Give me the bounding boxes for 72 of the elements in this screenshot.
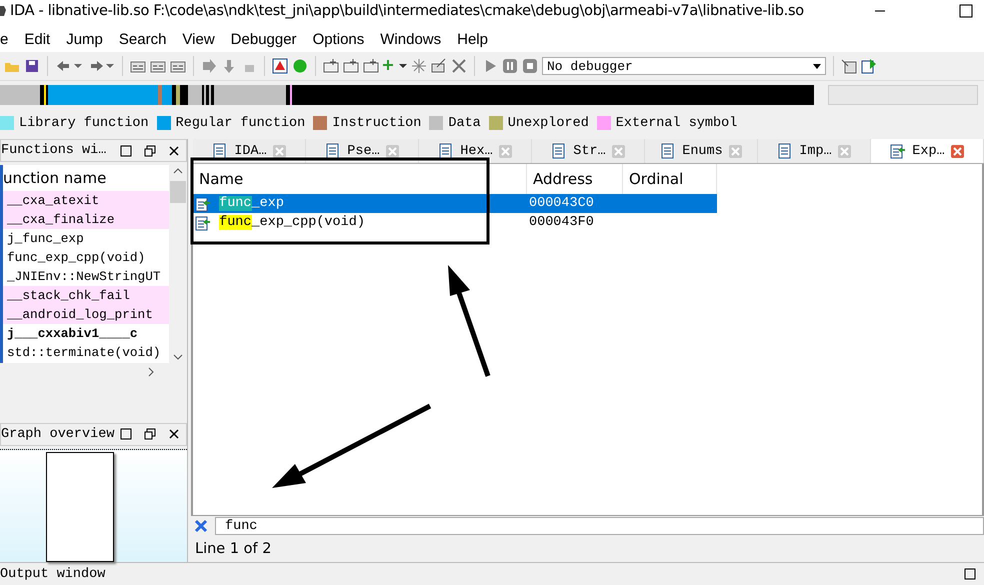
legend-label: Data [448,116,481,130]
tab[interactable]: Exp… [871,139,984,163]
app-icon [0,4,6,18]
close-icon[interactable] [168,428,180,440]
viewport-frame[interactable] [46,452,114,562]
data-icon[interactable] [343,58,359,74]
address-cell-text: 000043C0 [528,195,595,213]
tab-close-icon[interactable] [950,144,964,158]
menu-item[interactable]: Help [449,31,496,50]
export-icon [195,214,211,230]
stop-icon[interactable] [522,58,538,74]
pause-icon[interactable] [502,58,518,74]
panel-title: Output window [0,566,106,582]
legend-label: Regular function [176,116,306,130]
close-icon[interactable] [168,144,180,157]
menu-item[interactable]: Edit [16,31,58,50]
star-icon[interactable] [411,58,427,74]
menu-item[interactable]: View [174,31,223,50]
code-icon[interactable] [323,58,339,74]
document-icon[interactable] [777,143,794,159]
scrollbar-thumb[interactable] [170,181,186,204]
table-row[interactable]: func_exp 000043C0 [193,194,717,213]
document-icon[interactable] [212,143,228,159]
legend-label: Unexplored [508,116,589,130]
function-item[interactable]: __android_log_print [3,305,169,324]
save-icon[interactable] [24,58,40,74]
float-window-icon[interactable] [144,428,156,440]
attach-icon[interactable] [841,58,857,74]
document-icon[interactable] [660,143,676,159]
tab[interactable]: Enums [645,139,758,163]
menu-item[interactable]: Options [304,31,372,50]
panel-title: Functions wi… [1,143,106,158]
document-icon[interactable] [325,143,342,159]
panel-title: Graph overview [1,426,114,442]
function-item[interactable]: __cxa_atexit [3,191,169,210]
string-icon[interactable] [363,58,379,74]
caret-icon[interactable] [813,64,821,68]
export-name-cell: func_exp [193,194,527,213]
tab[interactable]: Hex… [419,139,532,163]
float-window-icon[interactable] [144,144,156,157]
menu-item[interactable]: Search [110,31,174,50]
graph-overview-area[interactable] [0,449,187,562]
document-icon[interactable] [551,143,568,159]
maximize-icon[interactable] [120,428,132,440]
maximize-icon[interactable] [958,3,974,19]
function-item[interactable]: __stack_chk_fail [3,286,169,306]
legend-label: External symbol [616,116,738,130]
search-field[interactable]: func [215,517,984,535]
menu-item[interactable]: Jump [58,31,111,50]
tab[interactable]: Imp… [758,139,871,163]
run-code-icon[interactable] [861,58,877,74]
menu-item[interactable]: e [0,31,16,50]
window-title: IDA - libnative-lib.so F:\code\as\ndk\test_jni\app\build\intermediates\cmake\debug\obj\armeabi-v7a\libnative-lib.so [10,3,804,19]
maximize-icon[interactable] [964,568,976,580]
menu-item[interactable]: Windows [372,31,450,50]
maximize-icon[interactable] [120,144,132,157]
export-icon [890,143,906,159]
warning-icon[interactable] [272,58,288,74]
navigation-band[interactable] [0,85,814,105]
menu-item[interactable]: Debugger [222,31,305,50]
status-text: Line 1 of 2 [194,541,272,557]
legend-label: Instruction [332,116,422,130]
tab[interactable]: Str… [532,139,645,163]
edit-icon[interactable] [431,58,447,74]
back-arrow-icon[interactable] [55,58,83,74]
column-header[interactable]: unction name [3,165,169,192]
debugger-dropdown[interactable]: No debugger [542,57,826,75]
function-item[interactable]: __cxa_finalize [3,210,169,230]
document-icon[interactable] [438,143,454,159]
address-cell-text: 000043F0 [528,214,595,232]
export-icon [195,196,211,212]
legend-label: Library function [19,116,149,130]
